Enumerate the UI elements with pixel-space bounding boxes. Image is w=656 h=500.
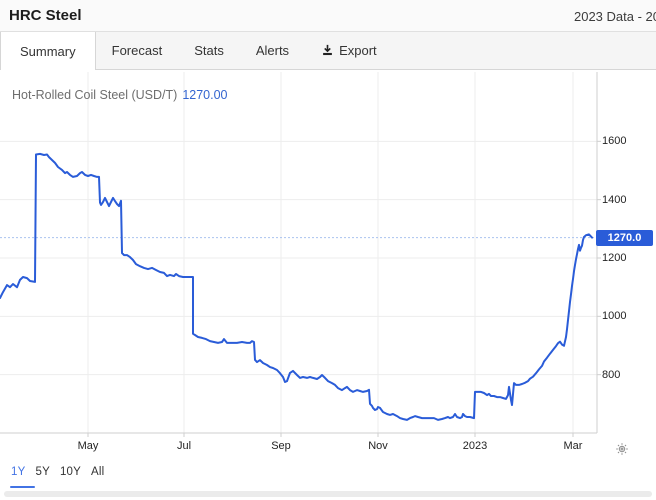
y-axis-tick-label: 1000: [602, 310, 642, 322]
range-selector: 1Y 5Y 10Y All: [11, 466, 104, 478]
x-axis-tick-label: 2023: [453, 440, 497, 452]
price-line: [0, 154, 592, 420]
x-axis-tick-label: Nov: [356, 440, 400, 452]
bottom-scrollbar[interactable]: [4, 491, 652, 497]
x-axis-tick-label: May: [66, 440, 110, 452]
x-axis-tick-label: Sep: [259, 440, 303, 452]
active-range-underline: [10, 486, 35, 488]
current-price-tag: 1270.0: [596, 230, 653, 246]
price-chart-plot[interactable]: [0, 0, 656, 500]
range-option-10y[interactable]: 10Y: [60, 466, 81, 478]
range-option-1y[interactable]: 1Y: [11, 466, 25, 478]
y-axis-tick-label: 1200: [602, 252, 642, 264]
y-axis-tick-label: 1600: [602, 135, 642, 147]
y-axis-tick-label: 1400: [602, 194, 642, 206]
x-axis-tick-label: Jul: [162, 440, 206, 452]
y-axis-tick-label: 800: [602, 369, 642, 381]
chart-title: Hot-Rolled Coil Steel (USD/T) 1270.00: [12, 88, 228, 102]
hrc-steel-app: HRC Steel 2023 Data - 20 Summary Forecas…: [0, 0, 656, 500]
range-option-all[interactable]: All: [91, 466, 104, 478]
chart-series-name: Hot-Rolled Coil Steel (USD/T): [12, 88, 177, 102]
chart-current-value: 1270.00: [182, 88, 227, 102]
x-axis-tick-label: Mar: [551, 440, 595, 452]
gear-icon[interactable]: [615, 442, 629, 456]
range-option-5y[interactable]: 5Y: [35, 466, 49, 478]
